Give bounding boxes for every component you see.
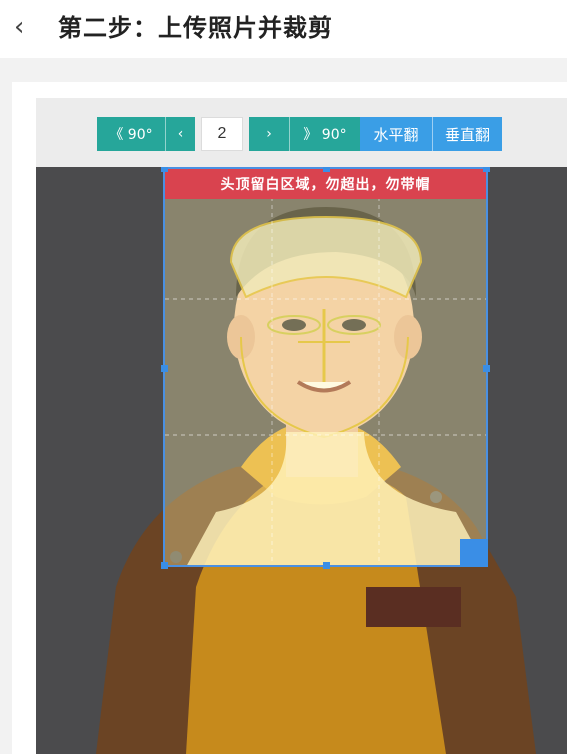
rotate-right-button[interactable]: 》 90°	[289, 117, 360, 151]
crop-handle-bottom-left[interactable]	[161, 562, 168, 569]
crop-handle-bottom[interactable]	[323, 562, 330, 569]
crop-resize-handle[interactable]	[460, 539, 488, 567]
back-button[interactable]: ‹	[14, 12, 24, 42]
page-title: 第二步：上传照片并裁剪	[58, 14, 333, 42]
editor-toolbar: 《 90° ‹ 2 › 》 90° 水平翻 垂直翻	[97, 117, 502, 151]
rotate-left-button[interactable]: 《 90°	[97, 117, 165, 151]
editor-card: 《 90° ‹ 2 › 》 90° 水平翻 垂直翻 头顶留白区域，勿超出，勿带帽	[12, 82, 567, 754]
page-number-field[interactable]: 2	[201, 117, 243, 151]
crop-hint-banner: 头顶留白区域，勿超出，勿带帽	[165, 169, 486, 199]
crop-handle-left[interactable]	[161, 365, 168, 372]
crop-handle-top-right[interactable]	[483, 167, 490, 172]
top-bar: ‹ 第二步：上传照片并裁剪	[0, 0, 567, 58]
crop-handle-top[interactable]	[323, 167, 330, 172]
crop-box[interactable]: 头顶留白区域，勿超出，勿带帽	[161, 167, 490, 569]
photo-canvas[interactable]: 头顶留白区域，勿超出，勿带帽	[36, 167, 567, 754]
next-page-button[interactable]: ›	[249, 117, 289, 151]
crop-handle-right[interactable]	[483, 365, 490, 372]
flip-vertical-button[interactable]: 垂直翻	[432, 117, 502, 151]
prev-page-button[interactable]: ‹	[165, 117, 195, 151]
crop-handle-top-left[interactable]	[161, 167, 168, 172]
photo-editor: 《 90° ‹ 2 › 》 90° 水平翻 垂直翻 头顶留白区域，勿超出，勿带帽	[36, 98, 567, 754]
flip-horizontal-button[interactable]: 水平翻	[360, 117, 432, 151]
